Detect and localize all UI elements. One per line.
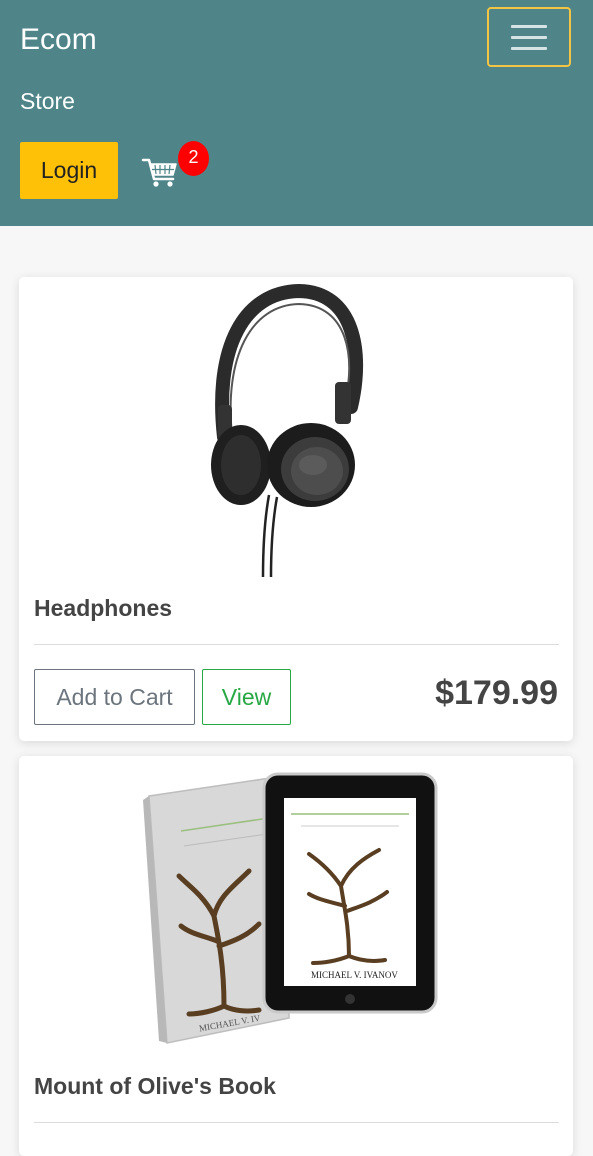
view-button[interactable]: View (202, 669, 291, 725)
svg-text:MICHAEL V. IVANOV: MICHAEL V. IVANOV (311, 970, 398, 980)
product-price: $179.99 (435, 674, 558, 712)
navbar-toggler-button[interactable] (487, 7, 571, 67)
login-button[interactable]: Login (20, 142, 118, 199)
shopping-cart-icon[interactable] (140, 152, 180, 192)
nav-link-store[interactable]: Store (20, 86, 75, 116)
product-name[interactable]: Headphones (34, 593, 172, 623)
card-divider (34, 644, 559, 645)
product-card: MICHAEL V. IV MICHAEL V. IVANOV Mount of… (19, 756, 573, 1156)
brand-logo[interactable]: Ecom (20, 20, 97, 60)
product-image[interactable]: MICHAEL V. IV MICHAEL V. IVANOV (19, 756, 573, 1056)
cart-count-badge: 2 (178, 141, 209, 176)
add-to-cart-button[interactable]: Add to Cart (34, 669, 195, 725)
hamburger-icon (511, 24, 547, 28)
hamburger-icon (511, 35, 547, 39)
product-card: Headphones Add to Cart View $179.99 (19, 277, 573, 741)
hamburger-icon (511, 46, 547, 50)
product-image[interactable] (19, 277, 573, 578)
navbar: Ecom Store Login 2 (0, 0, 593, 226)
product-name[interactable]: Mount of Olive's Book (34, 1071, 276, 1101)
card-divider (34, 1122, 559, 1123)
